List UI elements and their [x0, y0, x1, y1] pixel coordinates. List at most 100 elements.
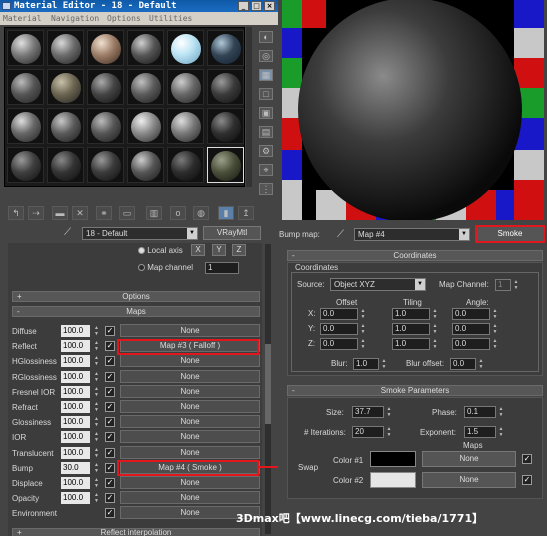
scrollbar-thumb[interactable]	[265, 344, 271, 424]
map-amount-spinner[interactable]: ▲ ▼	[93, 492, 100, 504]
sample-slot[interactable]	[47, 147, 84, 183]
sample-slot[interactable]	[87, 147, 124, 183]
map-amount-field[interactable]: 100.0	[61, 325, 90, 337]
iterations-spinner[interactable]: ▲ ▼	[386, 426, 392, 438]
local-axis-radio[interactable]: Local axis	[138, 246, 183, 255]
color1-map-button[interactable]: None	[422, 451, 516, 467]
map-amount-spinner[interactable]: ▲ ▼	[93, 416, 100, 428]
material-map-navigator-icon[interactable]: ⋮	[259, 183, 273, 195]
sample-slot[interactable]	[167, 108, 204, 144]
map-amount-spinner[interactable]: ▲ ▼	[93, 355, 100, 367]
blur-offset-field[interactable]: 0.0	[450, 358, 476, 370]
map-enable-checkbox[interactable]: ✓	[105, 447, 115, 458]
color1-map-checkbox[interactable]: ✓	[522, 454, 532, 464]
menu-material[interactable]: Material	[3, 14, 42, 23]
options-rollout[interactable]: + Options	[12, 291, 260, 302]
color2-swatch[interactable]	[370, 472, 416, 488]
map-slot-button[interactable]: None	[120, 445, 260, 459]
map-enable-checkbox[interactable]: ✓	[105, 417, 115, 428]
coordinates-rollout[interactable]: - Coordinates	[287, 250, 543, 261]
sample-slot[interactable]	[167, 69, 204, 105]
sample-slot[interactable]	[127, 69, 164, 105]
close-button[interactable]: ×	[264, 1, 275, 11]
sample-slot[interactable]	[7, 30, 44, 66]
map-amount-spinner[interactable]: ▲ ▼	[93, 447, 100, 459]
map-enable-checkbox[interactable]: ✓	[105, 432, 115, 443]
options-icon[interactable]: ⚙	[259, 145, 273, 157]
sample-slot[interactable]	[7, 108, 44, 144]
maximize-button[interactable]: □	[251, 1, 262, 11]
map-amount-spinner[interactable]: ▲ ▼	[93, 462, 100, 474]
map-amount-spinner[interactable]: ▲ ▼	[93, 431, 100, 443]
offset-spinner[interactable]: ▲ ▼	[360, 323, 366, 335]
map-slot-button[interactable]: None	[120, 369, 260, 383]
reflect-interpolation-rollout[interactable]: + Reflect interpolation	[12, 528, 260, 536]
map-amount-field[interactable]: 100.0	[61, 355, 90, 368]
map-amount-field[interactable]: 100.0	[61, 431, 90, 444]
sample-slot[interactable]	[127, 108, 164, 144]
menu-options[interactable]: Options	[107, 14, 141, 23]
blur-spinner[interactable]: ▲ ▼	[381, 358, 387, 370]
sample-type-icon[interactable]: ◐	[259, 31, 273, 43]
map-amount-spinner[interactable]: ▲ ▼	[93, 371, 100, 383]
material-name-dropdown[interactable]: 18 - Default ▼	[82, 227, 198, 240]
angle-spinner[interactable]: ▲ ▼	[492, 323, 498, 335]
axis-x-button[interactable]: X	[191, 244, 205, 256]
phase-field[interactable]: 0.1	[464, 406, 496, 418]
map-enable-checkbox[interactable]: ✓	[105, 462, 115, 473]
map-amount-spinner[interactable]: ▲ ▼	[93, 386, 100, 398]
map-amount-spinner[interactable]: ▲ ▼	[93, 340, 100, 352]
panel-scrollbar[interactable]	[265, 244, 271, 534]
exponent-spinner[interactable]: ▲ ▼	[498, 426, 504, 438]
sample-slot[interactable]	[47, 108, 84, 144]
pick-material-from-object-icon[interactable]: ⟋	[337, 229, 349, 241]
sample-slot[interactable]	[167, 147, 204, 183]
map-amount-field[interactable]: 100.0	[61, 492, 90, 505]
backlight-icon[interactable]: ◎	[259, 50, 273, 62]
phase-spinner[interactable]: ▲ ▼	[498, 406, 504, 418]
map-slot-button[interactable]: None	[120, 384, 260, 398]
map-enable-checkbox[interactable]: ✓	[105, 386, 115, 397]
offset-spinner[interactable]: ▲ ▼	[360, 338, 366, 350]
iterations-field[interactable]: 20	[352, 426, 384, 438]
map-enable-checkbox[interactable]: ✓	[105, 326, 115, 336]
menu-utilities[interactable]: Utilities	[149, 14, 192, 23]
sample-slot-active[interactable]	[207, 147, 244, 183]
map-amount-field[interactable]: 100.0	[61, 477, 90, 489]
map-amount-spinner[interactable]: ▲ ▼	[93, 325, 100, 337]
blur-field[interactable]: 1.0	[353, 358, 379, 370]
map-channel-field[interactable]: 1	[495, 279, 511, 291]
exponent-field[interactable]: 1.5	[464, 426, 496, 438]
sample-slot[interactable]	[207, 30, 244, 66]
assign-material-icon[interactable]: ▬	[52, 206, 68, 220]
color2-map-button[interactable]: None	[422, 472, 516, 488]
map-enable-checkbox[interactable]: ✓	[105, 402, 115, 412]
reset-map-icon[interactable]: ✕	[72, 206, 88, 220]
map-amount-field[interactable]: 100.0	[61, 401, 90, 413]
map-type-button[interactable]: Smoke	[475, 225, 545, 243]
map-amount-spinner[interactable]: ▲ ▼	[93, 477, 100, 489]
map-slot-button[interactable]: None	[120, 430, 260, 444]
make-preview-icon[interactable]: ▤	[259, 126, 273, 138]
map-amount-field[interactable]: 30.0	[61, 461, 90, 474]
sample-slot[interactable]	[87, 30, 124, 66]
offset-field[interactable]: 0.0	[320, 338, 358, 350]
map-amount-field[interactable]: 100.0	[61, 340, 90, 353]
sample-slot[interactable]	[7, 69, 44, 105]
angle-spinner[interactable]: ▲ ▼	[492, 308, 498, 320]
sample-slot[interactable]	[167, 30, 204, 66]
maps-rollout[interactable]: - Maps	[12, 306, 260, 317]
map-enable-checkbox[interactable]: ✓	[105, 341, 115, 352]
size-field[interactable]: 37.7	[352, 406, 384, 418]
size-spinner[interactable]: ▲ ▼	[386, 406, 392, 418]
video-color-check-icon[interactable]: ▣	[259, 107, 273, 119]
offset-field[interactable]: 0.0	[320, 323, 358, 335]
put-to-library-icon[interactable]: ▭	[119, 206, 135, 220]
offset-spinner[interactable]: ▲ ▼	[360, 308, 366, 320]
source-dropdown[interactable]: Object XYZ ▼	[330, 278, 426, 291]
map-amount-spinner[interactable]: ▲ ▼	[93, 401, 100, 413]
slots-scrollbar[interactable]	[246, 27, 252, 187]
blur-offset-spinner[interactable]: ▲ ▼	[478, 358, 484, 370]
map-slot-button[interactable]: None	[120, 400, 260, 413]
color2-map-checkbox[interactable]: ✓	[522, 475, 532, 485]
